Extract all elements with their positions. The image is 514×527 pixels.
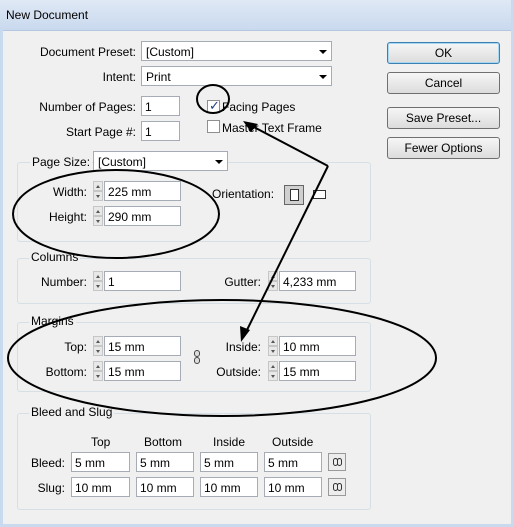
height-input[interactable]: 290 mm <box>104 206 181 226</box>
margin-top-label: Top: <box>64 340 87 354</box>
link-bleed-chain-icon[interactable] <box>328 453 346 471</box>
document-preset-select[interactable]: [Custom] <box>141 41 332 61</box>
margin-inside-value: 10 mm <box>283 340 320 354</box>
slug-inside-value: 10 mm <box>204 481 241 495</box>
margins-title: Margins <box>29 314 76 328</box>
margin-inside-input[interactable]: 10 mm <box>279 336 356 356</box>
ok-button[interactable]: OK <box>387 42 500 64</box>
width-value: 225 mm <box>108 185 152 199</box>
link-slug-chain-icon[interactable] <box>328 478 346 496</box>
bleed-top-value: 5 mm <box>75 456 105 470</box>
height-stepper[interactable] <box>93 206 103 226</box>
bleed-bottom-input[interactable]: 5 mm <box>136 452 194 472</box>
title-bar[interactable]: New Document <box>0 0 514 31</box>
intent-label: Intent: <box>102 70 136 84</box>
page-size-value: [Custom] <box>98 155 147 169</box>
margin-bottom-label: Bottom: <box>45 365 87 379</box>
column-number-value: 1 <box>108 275 115 289</box>
link-margins-chain-icon[interactable] <box>192 350 202 364</box>
slug-top-input[interactable]: 10 mm <box>71 477 130 497</box>
margin-outside-value: 15 mm <box>283 365 320 379</box>
margin-bottom-value: 15 mm <box>108 365 145 379</box>
bleed-bottom-value: 5 mm <box>140 456 170 470</box>
save-preset-button[interactable]: Save Preset... <box>387 107 500 129</box>
slug-bottom-input[interactable]: 10 mm <box>136 477 194 497</box>
chevron-down-icon <box>319 50 327 54</box>
document-preset-value: [Custom] <box>146 45 195 59</box>
slug-label: Slug: <box>37 481 65 495</box>
intent-value: Print <box>146 70 171 84</box>
fewer-options-button[interactable]: Fewer Options <box>387 137 500 159</box>
orientation-label: Orientation: <box>212 187 275 201</box>
bleed-outside-input[interactable]: 5 mm <box>264 452 322 472</box>
gutter-value: 4,233 mm <box>283 275 337 289</box>
columns-title: Columns <box>29 250 81 264</box>
width-stepper[interactable] <box>93 181 103 201</box>
width-label: Width: <box>52 185 87 199</box>
number-of-pages-input[interactable]: 1 <box>141 96 180 116</box>
orientation-landscape-button[interactable] <box>310 185 330 205</box>
number-of-pages-value: 1 <box>145 100 152 114</box>
start-page-value: 1 <box>145 125 152 139</box>
column-number-input[interactable]: 1 <box>104 271 181 291</box>
height-label: Height: <box>48 210 87 224</box>
bleed-slug-title: Bleed and Slug <box>29 405 115 419</box>
cancel-button[interactable]: Cancel <box>387 72 500 94</box>
column-number-stepper[interactable] <box>93 271 103 291</box>
slug-outside-value: 10 mm <box>268 481 305 495</box>
facing-pages-checkbox[interactable]: ✓ <box>207 98 220 113</box>
column-number-label: Number: <box>40 275 87 289</box>
bleed-top-input[interactable]: 5 mm <box>71 452 130 472</box>
landscape-page-icon <box>313 190 326 199</box>
window-title: New Document <box>6 8 89 22</box>
margin-bottom-input[interactable]: 15 mm <box>104 361 181 381</box>
slug-inside-input[interactable]: 10 mm <box>200 477 258 497</box>
gutter-stepper[interactable] <box>268 271 278 291</box>
bleed-label: Bleed: <box>30 456 65 470</box>
intent-select[interactable]: Print <box>141 66 332 86</box>
portrait-page-icon <box>290 189 299 201</box>
number-of-pages-label: Number of Pages: <box>39 100 136 114</box>
bleed-outside-value: 5 mm <box>268 456 298 470</box>
gutter-label: Gutter: <box>224 275 261 289</box>
margin-inside-stepper[interactable] <box>268 336 278 356</box>
start-page-input[interactable]: 1 <box>141 121 180 141</box>
page-size-label: Page Size: <box>30 155 93 169</box>
margin-inside-label: Inside: <box>225 340 261 354</box>
page-size-select[interactable]: [Custom] <box>93 151 228 171</box>
facing-pages-label[interactable]: Facing Pages <box>222 100 295 114</box>
master-text-frame-checkbox[interactable] <box>207 120 220 133</box>
margin-outside-stepper[interactable] <box>268 361 278 381</box>
slug-bottom-value: 10 mm <box>140 481 177 495</box>
width-input[interactable]: 225 mm <box>104 181 181 201</box>
gutter-input[interactable]: 4,233 mm <box>279 271 356 291</box>
bleed-inside-value: 5 mm <box>204 456 234 470</box>
bleed-header-top: Top <box>91 435 111 449</box>
chevron-down-icon <box>215 160 223 164</box>
checkmark-icon: ✓ <box>209 98 220 113</box>
chevron-down-icon <box>319 75 327 79</box>
bleed-header-outside: Outside <box>272 435 314 449</box>
height-value: 290 mm <box>108 210 152 224</box>
margin-top-stepper[interactable] <box>93 336 103 356</box>
margin-top-value: 15 mm <box>108 340 145 354</box>
bleed-inside-input[interactable]: 5 mm <box>200 452 258 472</box>
slug-outside-input[interactable]: 10 mm <box>264 477 322 497</box>
margin-outside-label: Outside: <box>216 365 261 379</box>
slug-top-value: 10 mm <box>75 481 112 495</box>
document-preset-label: Document Preset: <box>39 45 136 59</box>
bleed-header-inside: Inside <box>213 435 246 449</box>
margin-top-input[interactable]: 15 mm <box>104 336 181 356</box>
orientation-portrait-button[interactable] <box>284 185 304 205</box>
bleed-header-bottom: Bottom <box>144 435 183 449</box>
start-page-label: Start Page #: <box>65 125 136 139</box>
margin-outside-input[interactable]: 15 mm <box>279 361 356 381</box>
window-frame-left <box>0 30 3 527</box>
margin-bottom-stepper[interactable] <box>93 361 103 381</box>
new-document-dialog: New Document Document Preset: [Custom] I… <box>0 0 514 527</box>
master-text-frame-label[interactable]: Master Text Frame <box>222 121 322 135</box>
